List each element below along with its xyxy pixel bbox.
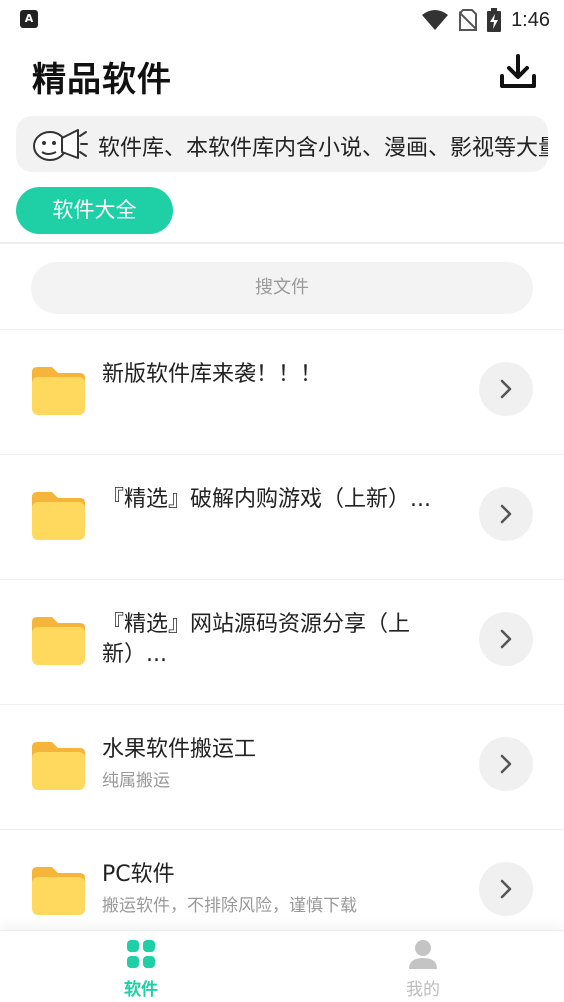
nav-label-mine: 我的 <box>406 980 440 1000</box>
no-sim-icon <box>459 9 478 31</box>
list-item[interactable]: 『精选』网站源码资源分享（上新）... <box>0 579 564 704</box>
open-item-button[interactable] <box>479 487 533 541</box>
chevron-right-icon <box>500 754 512 774</box>
download-button[interactable] <box>498 52 538 92</box>
bottom-nav: 软件 我的 <box>0 930 564 1002</box>
chevron-right-icon <box>500 379 512 399</box>
divider <box>0 242 564 244</box>
open-item-button[interactable] <box>479 362 533 416</box>
nav-tab-mine[interactable]: 我的 <box>363 931 483 1002</box>
chevron-right-icon <box>500 504 512 524</box>
page-title: 精品软件 <box>32 60 172 100</box>
folder-icon <box>32 367 85 415</box>
notice-viewport: 软件库、本软件库内含小说、漫画、影视等大量 <box>98 116 548 172</box>
notification-a-icon: A <box>20 10 38 28</box>
file-list: 新版软件库来袭！！！ 『精选』破解内购游戏（上新）... 『精选』网站源码资源分… <box>0 329 564 954</box>
open-item-button[interactable] <box>479 737 533 791</box>
status-indicators: 1:46 <box>421 6 550 34</box>
app-header: 精品软件 <box>0 40 564 112</box>
chevron-right-icon <box>500 879 512 899</box>
folder-icon <box>32 867 85 915</box>
folder-icon <box>32 617 85 665</box>
grid-apps-icon <box>127 940 155 968</box>
list-item[interactable]: 新版软件库来袭！！！ <box>0 329 564 454</box>
item-subtitle: 搬运软件，不排除风险，谨慎下载 <box>102 896 357 916</box>
status-bar: A 1:46 <box>0 0 564 40</box>
app-screen: A 1:46 精品软件 软件库、本软件库内含小说、漫画、影视等大量 软件大全 搜… <box>0 0 564 1002</box>
folder-icon <box>32 492 85 540</box>
category-tab-all-software[interactable]: 软件大全 <box>16 187 173 234</box>
item-title: 『精选』破解内购游戏（上新）... <box>102 487 431 512</box>
notice-text: 软件库、本软件库内含小说、漫画、影视等大量 <box>98 136 548 161</box>
battery-charging-icon <box>487 8 502 32</box>
nav-label-software: 软件 <box>124 980 158 1000</box>
item-subtitle: 纯属搬运 <box>102 771 170 791</box>
item-title: PC软件 <box>102 862 175 887</box>
list-item[interactable]: 『精选』破解内购游戏（上新）... <box>0 454 564 579</box>
item-title: 『精选』网站源码资源分享（上新）... <box>102 612 411 667</box>
megaphone-icon <box>33 129 88 161</box>
list-item[interactable]: 水果软件搬运工 纯属搬运 <box>0 704 564 829</box>
notice-bar[interactable]: 软件库、本软件库内含小说、漫画、影视等大量 <box>16 116 548 172</box>
download-icon <box>500 54 536 88</box>
wifi-icon <box>422 10 449 30</box>
open-item-button[interactable] <box>479 862 533 916</box>
item-title: 水果软件搬运工 <box>102 737 257 762</box>
status-time: 1:46 <box>511 8 550 31</box>
chevron-right-icon <box>500 629 512 649</box>
user-icon <box>409 940 437 969</box>
search-input[interactable]: 搜文件 <box>31 262 533 314</box>
nav-tab-software[interactable]: 软件 <box>81 931 201 1002</box>
folder-icon <box>32 742 85 790</box>
item-title: 新版软件库来袭！！！ <box>102 362 323 387</box>
open-item-button[interactable] <box>479 612 533 666</box>
